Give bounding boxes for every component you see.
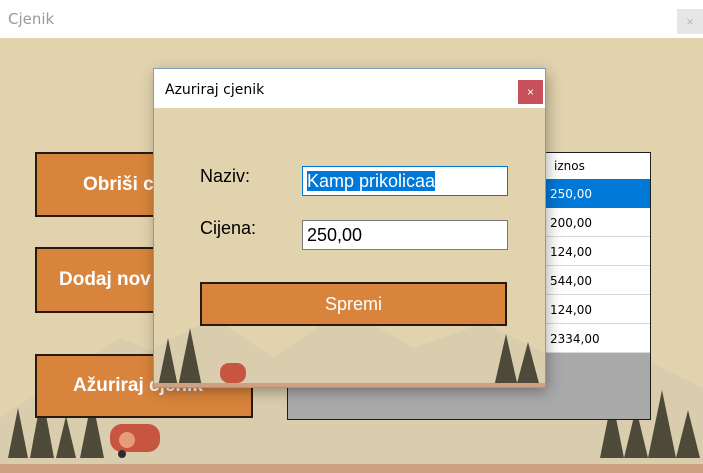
cijena-label: Cijena: [200,218,257,238]
cell-iznos[interactable]: 250,00 [545,179,650,208]
dialog-titlebar: Azuriraj cjenik × [154,69,545,108]
window-title: Cjenik [8,10,55,28]
update-price-dialog: Azuriraj cjenik × Naziv: Kamp prikolicaa… [154,69,545,387]
cell-iznos[interactable]: 544,00 [545,266,650,295]
save-button[interactable]: Spremi [200,282,507,326]
column-header-iznos[interactable]: iznos [545,153,650,179]
cell-iznos[interactable]: 2334,00 [545,324,650,353]
main-window-titlebar: Cjenik × [0,0,703,38]
delete-price-button-label: Obriši c [83,173,154,195]
window-close-button[interactable]: × [677,9,703,34]
cijena-input[interactable]: 250,00 [302,220,508,250]
naziv-input[interactable]: Kamp prikolicaa [302,166,508,196]
cell-iznos[interactable]: 124,00 [545,237,650,266]
naziv-input-value: Kamp prikolicaa [307,171,436,191]
cell-iznos[interactable]: 124,00 [545,295,650,324]
dialog-title: Azuriraj cjenik [165,82,265,98]
dialog-body: Naziv: Kamp prikolicaa Cijena: 250,00 Sp… [154,108,545,387]
naziv-label: Naziv: [200,166,251,186]
dialog-close-button[interactable]: × [518,80,543,104]
add-new-price-button-label: Dodaj nov [59,269,151,290]
cell-iznos[interactable]: 200,00 [545,208,650,237]
cijena-input-value: 250,00 [307,225,363,245]
